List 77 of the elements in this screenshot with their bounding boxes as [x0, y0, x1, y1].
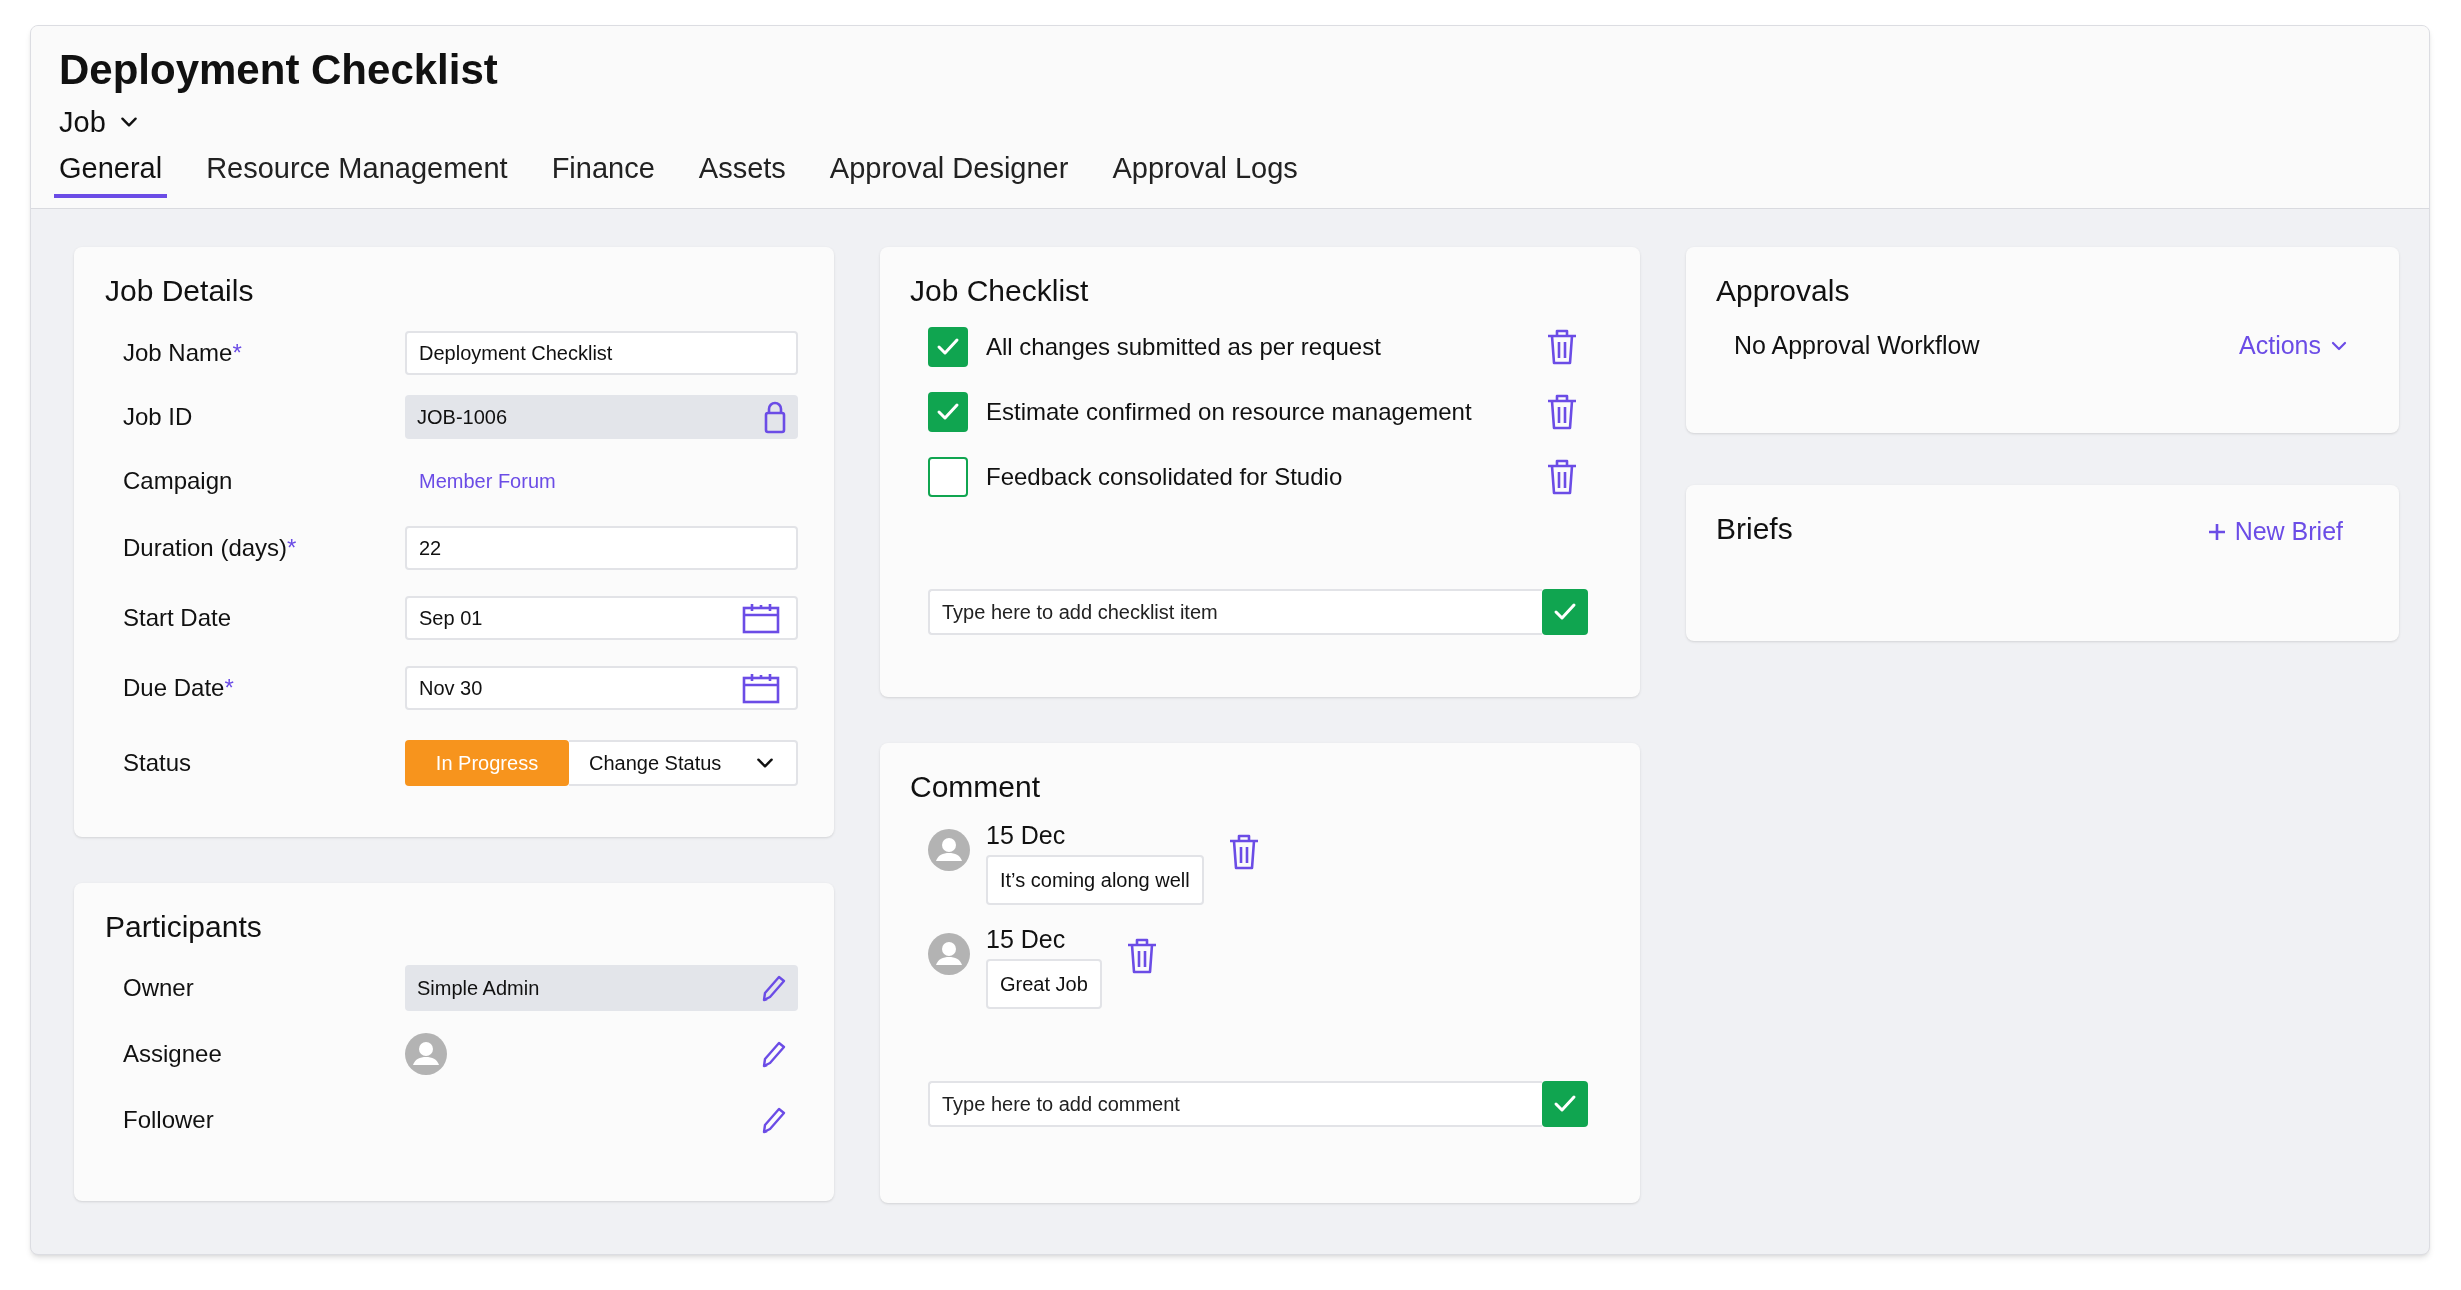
comment-date: 15 Dec	[986, 820, 1067, 851]
lock-icon	[764, 400, 786, 434]
submit-button[interactable]	[1542, 1081, 1588, 1127]
submit-button[interactable]	[1542, 589, 1588, 635]
delete-button[interactable]	[1125, 937, 1158, 975]
tab[interactable]: Approval Logs	[1112, 148, 1298, 198]
edit-button[interactable]	[760, 973, 786, 1003]
card-title: Briefs	[1716, 511, 1793, 547]
page-title: Deployment Checklist	[59, 45, 499, 95]
tab[interactable]: Approval Designer	[829, 148, 1069, 198]
date-field[interactable]: Sep 01	[405, 596, 798, 640]
trash-icon	[1546, 328, 1578, 366]
card-title: Participants	[105, 909, 263, 945]
text-field[interactable]: Deployment Checklist	[405, 331, 798, 375]
avatar-icon	[928, 933, 970, 975]
checklist-item-text: All changes submitted as per request	[986, 332, 1381, 362]
delete-button[interactable]	[1546, 328, 1578, 366]
pencil-icon	[760, 973, 786, 1003]
checkmark-icon	[1553, 602, 1577, 622]
plus-icon	[2206, 521, 2227, 542]
card-title: Job Checklist	[910, 273, 1090, 309]
field-label: Follower	[122, 1105, 215, 1135]
comment-bubble: It’s coming along well	[986, 855, 1204, 905]
comment-input-field[interactable]: Type here to add comment	[928, 1081, 1542, 1127]
card-title: Approvals	[1716, 273, 1851, 309]
checkbox[interactable]	[928, 392, 968, 432]
field-label: Start Date	[122, 603, 233, 633]
field-label: Status	[122, 748, 193, 778]
field-label: Campaign	[122, 466, 234, 496]
approval-status-text: No Approval Workflow	[1734, 330, 1980, 361]
field-label: Job Name*	[122, 338, 243, 368]
date-field[interactable]: Nov 30	[405, 666, 798, 710]
checkmark-icon	[1553, 1094, 1577, 1114]
avatar-icon	[928, 829, 970, 871]
tab[interactable]: General	[54, 148, 168, 198]
text-field[interactable]: 22	[405, 526, 798, 570]
calendar-icon	[742, 602, 780, 634]
checkmark-icon	[936, 337, 960, 357]
tab[interactable]: Assets	[698, 148, 786, 198]
change-status-dropdown[interactable]: Change Status	[569, 740, 798, 786]
edit-button[interactable]	[760, 1039, 786, 1069]
calendar-icon	[742, 672, 780, 704]
pencil-icon	[760, 1039, 786, 1069]
field-label: Due Date*	[122, 673, 235, 703]
avatar-icon	[405, 1033, 447, 1075]
tab[interactable]: Finance	[551, 148, 655, 198]
status-badge: In Progress	[405, 740, 569, 786]
trash-icon	[1546, 458, 1578, 496]
checkbox[interactable]	[928, 457, 968, 497]
field-label: Owner	[122, 973, 195, 1003]
field-label: Job ID	[122, 402, 194, 432]
checklist-item-text: Estimate confirmed on resource management	[986, 397, 1472, 427]
locked-field: JOB-1006	[405, 395, 798, 439]
new-brief-link[interactable]: New Brief	[2206, 513, 2343, 551]
pencil-icon	[760, 1105, 786, 1135]
card-title: Job Details	[105, 273, 255, 309]
checkbox[interactable]	[928, 327, 968, 367]
trash-icon	[1546, 393, 1578, 431]
trash-icon	[1125, 937, 1158, 975]
delete-button[interactable]	[1546, 458, 1578, 496]
tab[interactable]: Resource Management	[206, 148, 508, 198]
comment-date: 15 Dec	[986, 924, 1067, 955]
record-type-dropdown[interactable]: Job	[59, 102, 140, 142]
checklist-item-text: Feedback consolidated for Studio	[986, 462, 1343, 492]
delete-button[interactable]	[1546, 393, 1578, 431]
delete-button[interactable]	[1227, 833, 1260, 871]
field-label: Assignee	[122, 1039, 223, 1069]
actions-dropdown[interactable]: Actions	[2239, 327, 2349, 365]
comment-bubble: Great Job	[986, 959, 1102, 1009]
card-title: Comment	[910, 769, 1042, 805]
trash-icon	[1227, 833, 1260, 871]
checkmark-icon	[936, 402, 960, 422]
checklist-input-field[interactable]: Type here to add checklist item	[928, 589, 1542, 635]
campaign-link[interactable]: Member Forum	[405, 466, 570, 496]
owner-field[interactable]: Simple Admin	[405, 965, 798, 1011]
edit-button[interactable]	[760, 1105, 786, 1135]
field-label: Duration (days)*	[122, 533, 298, 563]
